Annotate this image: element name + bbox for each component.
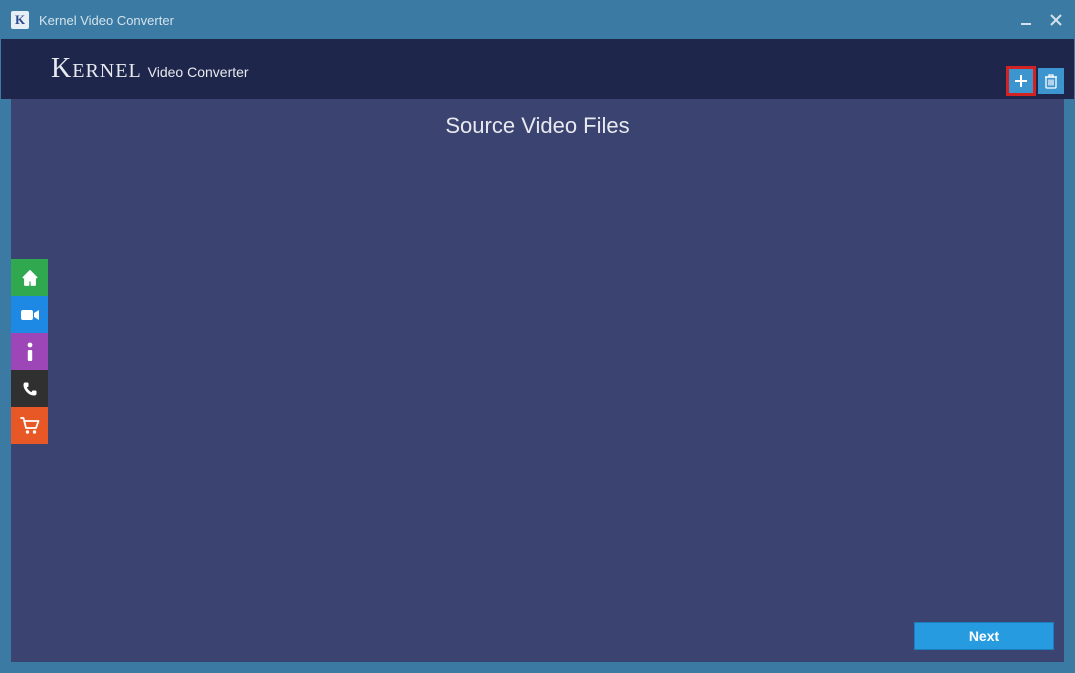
- home-icon: [21, 269, 39, 287]
- app-header: Kernel Video Converter: [1, 39, 1074, 99]
- brand-primary: Kernel: [51, 53, 142, 85]
- minimize-button[interactable]: [1012, 6, 1040, 34]
- app-icon: K: [11, 11, 29, 29]
- add-file-button[interactable]: [1008, 68, 1034, 94]
- content-heading: Source Video Files: [11, 99, 1064, 139]
- plus-icon: [1014, 74, 1028, 88]
- side-tab-buy[interactable]: [11, 407, 48, 444]
- footer-bar: Next: [11, 609, 1064, 662]
- side-tab-home[interactable]: [11, 259, 48, 296]
- video-camera-icon: [20, 308, 40, 322]
- window-title: Kernel Video Converter: [39, 13, 1012, 28]
- titlebar[interactable]: K Kernel Video Converter: [1, 1, 1074, 39]
- window-controls: [1012, 6, 1070, 34]
- trash-icon: [1044, 73, 1058, 89]
- side-tab-contact[interactable]: [11, 370, 48, 407]
- brand-logo: Kernel Video Converter: [51, 53, 249, 85]
- next-button[interactable]: Next: [914, 622, 1054, 650]
- side-tab-video[interactable]: [11, 296, 48, 333]
- app-window: K Kernel Video Converter Kernel Video Co…: [0, 0, 1075, 673]
- brand-secondary: Video Converter: [148, 64, 249, 80]
- delete-button[interactable]: [1038, 68, 1064, 94]
- info-icon: [26, 342, 34, 362]
- next-button-label: Next: [969, 628, 999, 644]
- header-actions: [1008, 45, 1064, 94]
- phone-icon: [22, 381, 38, 397]
- content-area: Source Video Files: [11, 99, 1064, 662]
- close-button[interactable]: [1042, 6, 1070, 34]
- cart-icon: [20, 417, 40, 435]
- side-tab-info[interactable]: [11, 333, 48, 370]
- side-tabs: [11, 259, 48, 444]
- app-icon-letter: K: [15, 12, 25, 28]
